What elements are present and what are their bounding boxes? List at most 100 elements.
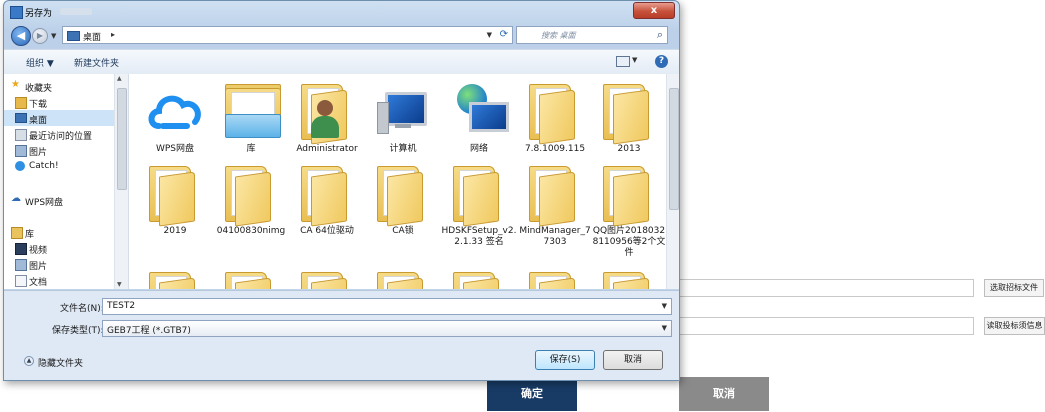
refresh-icon[interactable]: ⟳	[500, 29, 508, 40]
file-scroll-thumb[interactable]	[669, 88, 679, 210]
nav-item-libraries[interactable]: 库	[4, 224, 122, 240]
save-button[interactable]: 保存(S)	[535, 350, 595, 370]
file-name: CA 64位驱动	[300, 226, 354, 236]
search-icon[interactable]: ⌕	[657, 28, 663, 42]
forward-arrow-icon[interactable]: ▶	[32, 28, 48, 44]
nav-item-downloads[interactable]: 下载	[4, 94, 122, 110]
cancel-button[interactable]: 取消	[603, 350, 663, 370]
nav-scroll-thumb[interactable]	[117, 88, 127, 190]
search-placeholder: 搜索 桌面	[541, 31, 576, 40]
scroll-down-icon[interactable]: ▼	[117, 281, 122, 288]
select-bid-file-button[interactable]: 选取招标文件	[984, 279, 1044, 297]
folder-icon	[523, 160, 587, 227]
file-item-folder[interactable]	[365, 266, 441, 289]
folder-icon	[523, 266, 587, 289]
file-item-folder[interactable]	[517, 266, 593, 289]
scroll-up-icon[interactable]: ▲	[117, 75, 122, 82]
nav-item-recent-places[interactable]: 最近访问的位置	[4, 126, 122, 142]
chevron-right-icon[interactable]: ▸	[111, 30, 115, 39]
filename-dropdown-icon[interactable]: ▼	[662, 302, 667, 310]
library-icon	[11, 227, 23, 239]
file-item-computer[interactable]: 计算机	[365, 78, 441, 155]
close-button[interactable]: x	[633, 2, 675, 19]
nav-label: 图片	[29, 148, 48, 158]
filetype-select[interactable]: GEB7工程 (*.GTB7) ▼	[102, 320, 672, 337]
view-options-icon[interactable]	[616, 56, 630, 67]
save-form: 文件名(N): TEST2 ▼ 保存类型(T): GEB7工程 (*.GTB7)…	[4, 290, 679, 380]
nav-item-desktop[interactable]: 桌面	[4, 110, 122, 126]
file-item-folder[interactable]: MindManager_77303	[517, 160, 593, 248]
back-arrow-icon[interactable]: ◀	[11, 26, 31, 46]
nav-item-pictures[interactable]: 图片	[4, 142, 122, 158]
file-item-network[interactable]: 网络	[441, 78, 517, 155]
file-item-folder[interactable]	[441, 266, 517, 289]
file-item-folder[interactable]: QQ图片20180328110956等2个文件	[591, 160, 666, 259]
search-input[interactable]: 搜索 桌面 ⌕	[516, 26, 668, 44]
file-item-folder[interactable]	[591, 266, 666, 289]
nav-item-catch[interactable]: Catch!	[4, 158, 122, 174]
filename-value: TEST2	[107, 301, 136, 311]
file-name: 库	[246, 144, 256, 154]
cloud-icon: ☁	[11, 193, 21, 204]
nav-item-documents[interactable]: 文档	[4, 272, 122, 288]
new-folder-button[interactable]: 新建文件夹	[74, 56, 119, 69]
folder-icon	[597, 266, 661, 289]
filename-label: 文件名(N):	[60, 304, 104, 314]
history-dropdown-icon[interactable]: ▼	[51, 32, 56, 40]
read-bid-info-button[interactable]: 读取投标须信息	[984, 317, 1045, 335]
file-item-libraries[interactable]: 库	[213, 78, 289, 155]
file-item-folder[interactable]: CA锁	[365, 160, 441, 237]
nav-item-wps-cloud[interactable]: ☁ WPS网盘	[4, 192, 122, 208]
nav-label: 最近访问的位置	[29, 132, 93, 142]
nav-label: 文档	[29, 278, 48, 288]
videos-icon	[15, 243, 27, 255]
file-list: WPS网盘 库 Administrator 计算机 网络 7.8.1009.11…	[129, 74, 666, 289]
blurred-filename	[60, 8, 92, 15]
nav-item-library-pictures[interactable]: 图片	[4, 256, 122, 272]
address-dropdown-icon[interactable]: ▼	[487, 31, 492, 39]
filename-input[interactable]: TEST2 ▼	[102, 298, 672, 315]
cloud-drive-icon	[143, 78, 207, 142]
file-name: HDSKFSetup_v2.2.1.33 签名	[441, 226, 517, 247]
folder-icon	[597, 160, 661, 227]
file-item-folder[interactable]: 7.8.1009.115	[517, 78, 593, 155]
file-item-folder[interactable]: CA 64位驱动	[289, 160, 365, 237]
bid-info-path-field[interactable]	[676, 317, 974, 335]
address-location[interactable]: 桌面	[83, 30, 101, 43]
file-name: WPS网盘	[155, 144, 195, 154]
hide-folders-toggle[interactable]: 隐藏文件夹	[38, 356, 83, 369]
organize-menu[interactable]: 组织 ▼	[26, 56, 54, 69]
nav-item-favorites[interactable]: ★ 收藏夹	[4, 78, 122, 94]
file-item-folder[interactable]	[137, 266, 213, 289]
collapse-up-icon[interactable]: ▲	[24, 356, 34, 366]
file-scrollbar[interactable]	[666, 74, 679, 289]
file-name: 计算机	[389, 144, 417, 154]
network-globe-icon	[447, 78, 511, 142]
folder-icon	[523, 78, 587, 145]
file-item-administrator[interactable]: Administrator	[289, 78, 365, 155]
page-cancel-button[interactable]: 取消	[679, 377, 769, 411]
pictures-icon	[15, 145, 27, 157]
file-item-folder[interactable]: 2013	[591, 78, 666, 155]
folder-icon	[447, 160, 511, 227]
file-item-folder[interactable]: HDSKFSetup_v2.2.1.33 签名	[441, 160, 517, 248]
file-name: 网络	[469, 144, 488, 154]
nav-item-videos[interactable]: 视频	[4, 240, 122, 256]
address-bar[interactable]: 桌面 ▸ ▼ ⟳	[62, 26, 513, 44]
confirm-button[interactable]: 确定	[487, 377, 577, 411]
user-folder-icon	[295, 78, 359, 145]
file-item-wps-cloud[interactable]: WPS网盘	[137, 78, 213, 155]
file-name: 7.8.1009.115	[524, 144, 586, 154]
file-item-folder[interactable]: 04100830nimg	[213, 160, 289, 237]
bid-file-path-field[interactable]	[676, 279, 974, 297]
file-item-folder[interactable]: 2019	[137, 160, 213, 237]
help-icon[interactable]: ?	[655, 55, 668, 68]
file-name: 04100830nimg	[216, 226, 286, 236]
nav-scrollbar[interactable]: ▲ ▼	[114, 74, 128, 289]
filetype-dropdown-icon[interactable]: ▼	[662, 324, 667, 332]
folder-icon	[295, 266, 359, 289]
view-dropdown-icon[interactable]: ▼	[632, 56, 637, 64]
file-item-folder[interactable]	[213, 266, 289, 289]
filetype-value: GEB7工程 (*.GTB7)	[107, 326, 191, 336]
file-item-folder[interactable]	[289, 266, 365, 289]
